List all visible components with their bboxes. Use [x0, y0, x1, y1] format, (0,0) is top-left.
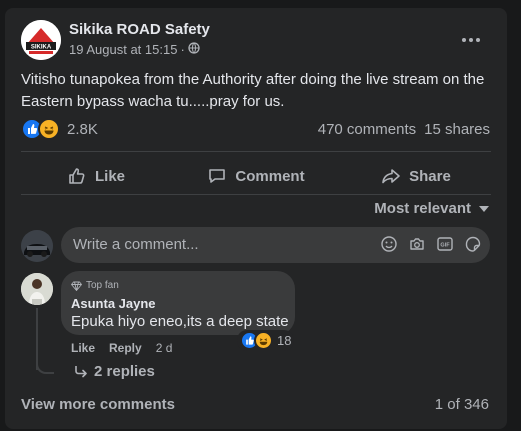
comments-count[interactable]: 470 comments: [318, 121, 416, 138]
like-label: Like: [94, 167, 125, 185]
replies-label: 2 replies: [94, 363, 155, 380]
commenter-avatar[interactable]: [21, 273, 53, 305]
comment-actions: Like Reply 2 d: [71, 341, 172, 355]
comment-time[interactable]: 2 d: [156, 341, 173, 355]
comment-sort-dropdown[interactable]: Most relevant: [374, 200, 489, 217]
comment-reaction-count: 18: [277, 333, 292, 348]
badge-label: Top fan: [86, 280, 119, 291]
post-card: SIKIKA Sikika ROAD Safety 19 August at 1…: [5, 8, 507, 429]
comment-like-button[interactable]: Like: [71, 341, 95, 355]
sticker-icon[interactable]: [464, 235, 482, 253]
thumbs-up-icon: [69, 168, 85, 184]
top-fan-badge: Top fan: [71, 280, 119, 291]
current-user-avatar[interactable]: [21, 230, 53, 262]
reaction-count: 2.8K: [67, 120, 98, 138]
share-button[interactable]: Share: [341, 158, 491, 194]
view-replies-button[interactable]: 2 replies: [74, 363, 155, 380]
globe-icon: [188, 42, 200, 57]
svg-text:GIF: GIF: [440, 243, 450, 249]
post-meta: 19 August at 15:15 ·: [69, 42, 200, 57]
thread-line: [36, 360, 54, 374]
page-name[interactable]: Sikika ROAD Safety: [69, 21, 210, 38]
haha-reaction-icon: [38, 118, 60, 140]
logo-text: SIKIKA: [31, 45, 52, 51]
engagement-counts: 470 comments 15 shares: [318, 121, 490, 138]
comment-placeholder: Write a comment...: [73, 236, 199, 253]
post-date[interactable]: 19 August at 15:15: [69, 42, 177, 57]
comment-paging: 1 of 346: [434, 396, 489, 413]
comment-text: Epuka hiyo eneo,its a deep state: [71, 313, 289, 330]
divider: [21, 194, 491, 195]
meta-separator: ·: [180, 42, 185, 57]
gif-icon[interactable]: GIF: [436, 235, 454, 253]
comment-icon: [209, 169, 226, 183]
page-avatar[interactable]: SIKIKA: [21, 20, 61, 60]
comment-button[interactable]: Comment: [181, 158, 331, 194]
comment-input[interactable]: Write a comment... GIF: [61, 227, 490, 263]
comment-label: Comment: [235, 167, 305, 185]
commenter-name[interactable]: Asunta Jayne: [71, 296, 156, 311]
smiley-icon[interactable]: [380, 235, 398, 253]
comment-bubble: Top fan Asunta Jayne Epuka hiyo eneo,its…: [61, 271, 295, 335]
shares-count[interactable]: 15 shares: [424, 121, 490, 138]
view-more-comments-button[interactable]: View more comments: [21, 396, 175, 413]
like-button[interactable]: Like: [21, 158, 171, 194]
share-icon: [382, 169, 400, 184]
comment-reactions[interactable]: 18: [237, 330, 295, 351]
sort-label: Most relevant: [374, 200, 471, 217]
haha-reaction-icon: [254, 331, 273, 350]
reactions-summary[interactable]: 2.8K: [21, 118, 98, 140]
more-options-icon[interactable]: [457, 26, 485, 54]
diamond-icon: [71, 281, 82, 291]
reply-arrow-icon: [75, 365, 87, 377]
caret-down-icon: [479, 205, 489, 212]
divider: [21, 151, 491, 152]
share-label: Share: [409, 167, 451, 185]
comment-reply-button[interactable]: Reply: [109, 341, 142, 355]
post-text: Vitisho tunapokea from the Authority aft…: [21, 71, 485, 110]
camera-icon[interactable]: [408, 235, 426, 253]
